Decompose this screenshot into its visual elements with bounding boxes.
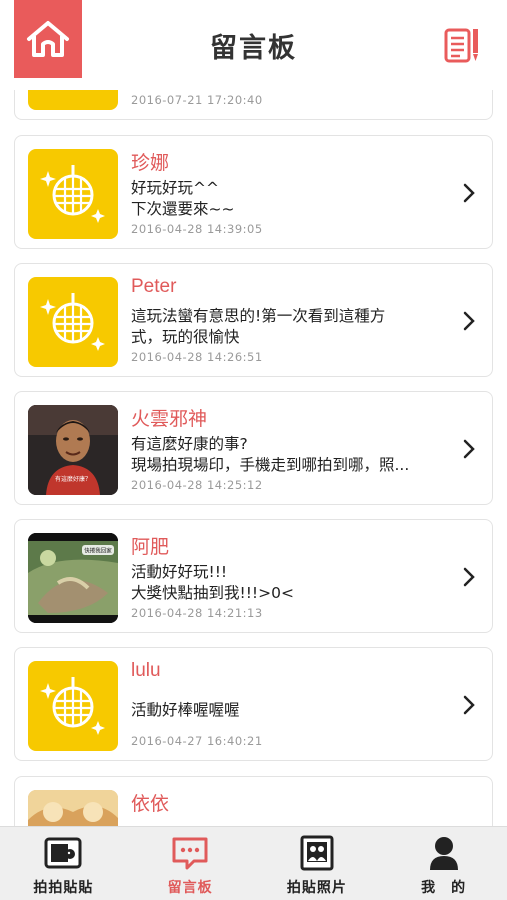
message-time: 2016-04-27 16:40:21: [131, 734, 263, 748]
message-text: 活動好好玩!!! 大獎快點抽到我!!!>0<: [131, 563, 294, 602]
chevron-right-icon: [463, 311, 475, 331]
photo-sticker-icon: [43, 835, 83, 871]
tab-label: 留言板: [167, 880, 213, 896]
message-author: Peter: [131, 276, 177, 297]
avatar-photo: [28, 790, 118, 826]
disco-ball-icon: [40, 293, 105, 351]
user-photo: 有這麼好康？: [28, 405, 118, 495]
message-card[interactable]: 珍娜 好玩好玩^^ 下次還要來~~ 2016-04-28 14:39:05: [14, 135, 493, 249]
tab-profile[interactable]: 我 的: [380, 827, 507, 900]
message-card[interactable]: 快捲我回家 阿肥 活動好好玩!!! 大獎快點抽到我!!!>0< 2016-04-…: [14, 519, 493, 633]
avatar-photo: 有這麼好康？: [28, 405, 118, 495]
app-header: 留言板: [0, 0, 507, 90]
message-card[interactable]: Peter 這玩法蠻有意思的!第一次看到這種方 式，玩的很愉快 2016-04-…: [14, 263, 493, 377]
page-title: 留言板: [210, 33, 297, 64]
user-photo: [28, 790, 118, 826]
chevron-right-icon: [463, 695, 475, 715]
message-author: 依依: [131, 794, 170, 815]
disco-ball-icon: [40, 677, 105, 735]
compose-message-button[interactable]: [441, 24, 485, 68]
chevron-right-icon: [463, 567, 475, 587]
avatar-default: [28, 149, 118, 239]
chevron-right-icon: [463, 439, 475, 459]
tab-message-board[interactable]: 留言板: [127, 827, 254, 900]
message-time: 2016-04-28 14:21:13: [131, 606, 263, 620]
photo-caption: 有這麼好康？: [55, 475, 91, 483]
tab-label: 拍拍貼貼: [33, 880, 94, 896]
message-time: 2016-07-21 17:20:40: [131, 93, 263, 107]
disco-ball-icon: [40, 165, 105, 223]
photo-album-icon: [297, 835, 337, 871]
message-time: 2016-04-28 14:26:51: [131, 350, 263, 364]
message-list[interactable]: 2016-07-21 17:20:40 珍娜 好玩好玩^^ 下次還要來~~ 20…: [0, 90, 507, 826]
tab-photo-sticker[interactable]: 拍拍貼貼: [0, 827, 127, 900]
message-time: 2016-04-28 14:25:12: [131, 478, 263, 492]
message-author: 火雲邪神: [131, 409, 208, 430]
message-text: 活動好棒喔喔喔: [131, 701, 240, 719]
tab-label: 我 的: [421, 880, 467, 896]
write-note-icon: [444, 28, 478, 63]
message-card-partial[interactable]: 2016-07-21 17:20:40: [14, 90, 493, 120]
tab-label: 拍貼照片: [286, 880, 347, 896]
avatar-default: [28, 277, 118, 367]
bottom-tab-bar: 拍拍貼貼 留言板 拍貼照片 我 的: [0, 826, 507, 900]
avatar-default: [28, 661, 118, 751]
avatar-default: [28, 90, 118, 110]
chevron-right-icon: [463, 183, 475, 203]
avatar-photo: 快捲我回家: [28, 533, 118, 623]
message-card[interactable]: 有這麼好康？ 火雲邪神 有這麼好康的事? 現場拍現場印，手機走到哪拍到哪，照..…: [14, 391, 493, 505]
message-text: 有這麼好康的事? 現場拍現場印，手機走到哪拍到哪，照...: [131, 435, 410, 474]
message-text: 這玩法蠻有意思的!第一次看到這種方 式，玩的很愉快: [131, 307, 386, 346]
user-photo: 快捲我回家: [28, 533, 118, 623]
message-card[interactable]: lulu 活動好棒喔喔喔 2016-04-27 16:40:21: [14, 647, 493, 761]
message-card[interactable]: 依依: [14, 776, 493, 826]
message-board-icon: [170, 835, 210, 871]
message-text: 好玩好玩^^ 下次還要來~~: [131, 179, 235, 218]
tab-photo-album[interactable]: 拍貼照片: [254, 827, 381, 900]
photo-caption: 快捲我回家: [84, 547, 112, 555]
message-author: lulu: [131, 660, 161, 681]
user-profile-icon: [424, 835, 464, 871]
message-time: 2016-04-28 14:39:05: [131, 222, 263, 236]
message-author: 珍娜: [131, 153, 170, 174]
message-author: 阿肥: [131, 537, 170, 558]
